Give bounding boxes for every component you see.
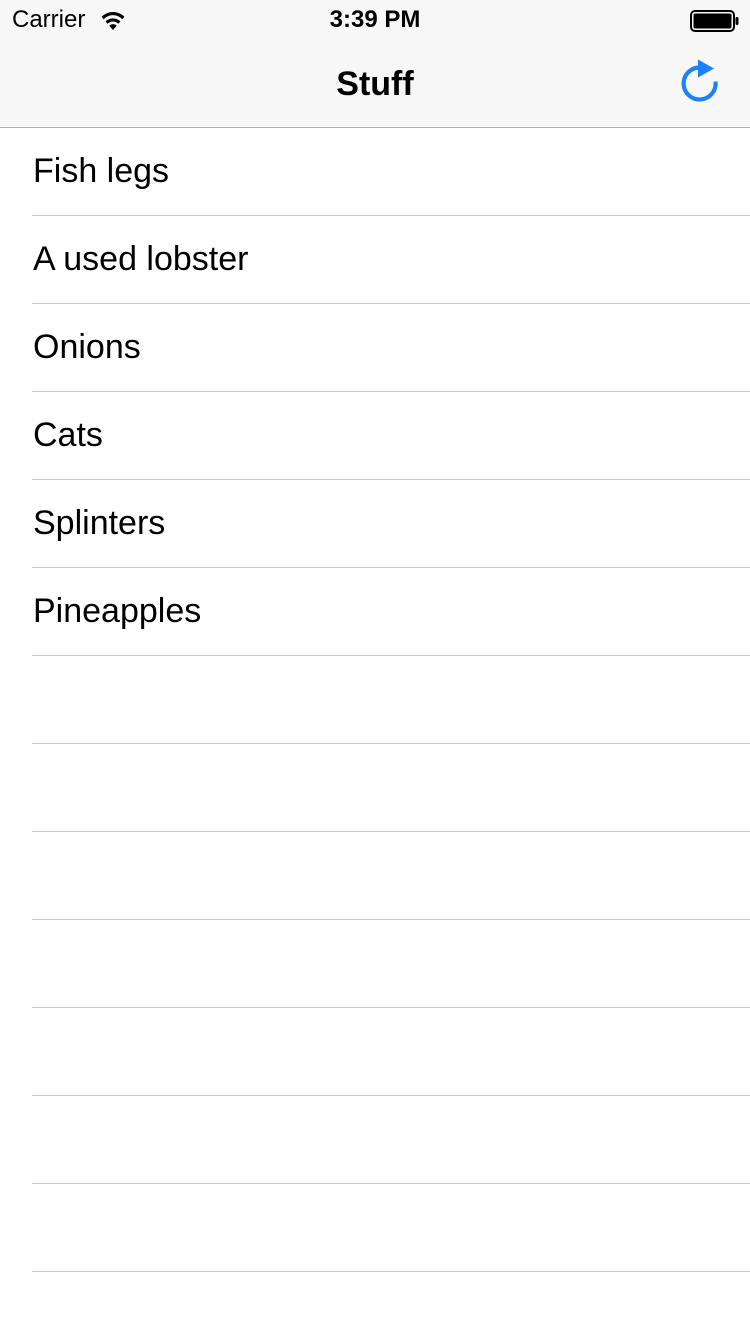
empty-table-row xyxy=(0,1096,750,1184)
table-row[interactable]: A used lobster xyxy=(0,216,750,304)
empty-table-row xyxy=(0,744,750,832)
navigation-bar: Stuff xyxy=(0,40,750,128)
empty-table-row xyxy=(0,1184,750,1272)
clock: 3:39 PM xyxy=(329,6,421,33)
table-row[interactable]: Onions xyxy=(0,304,750,392)
row-label: Pineapples xyxy=(33,592,202,630)
row-label: Fish legs xyxy=(33,152,170,190)
row-label: A used lobster xyxy=(33,240,249,278)
app-screen: Carrier 3:39 PM Stuff Fish legs A used l… xyxy=(0,0,750,1334)
table-row[interactable]: Cats xyxy=(0,392,750,480)
status-bar: Carrier 3:39 PM xyxy=(0,0,750,40)
empty-table-row xyxy=(0,832,750,920)
empty-table-row xyxy=(0,920,750,1008)
row-label: Cats xyxy=(33,416,103,454)
table-row[interactable]: Pineapples xyxy=(0,568,750,656)
empty-table-row xyxy=(0,656,750,744)
refresh-icon xyxy=(678,58,722,111)
page-title: Stuff xyxy=(336,65,414,103)
table-row[interactable]: Splinters xyxy=(0,480,750,568)
refresh-button[interactable] xyxy=(672,56,728,112)
row-label: Onions xyxy=(33,328,141,366)
row-label: Splinters xyxy=(33,504,166,542)
items-table: Fish legs A used lobster Onions Cats Spl… xyxy=(0,128,750,1272)
empty-table-row xyxy=(0,1008,750,1096)
top-bar: Carrier 3:39 PM Stuff xyxy=(0,0,750,128)
table-row[interactable]: Fish legs xyxy=(0,128,750,216)
battery-icon xyxy=(690,10,740,32)
